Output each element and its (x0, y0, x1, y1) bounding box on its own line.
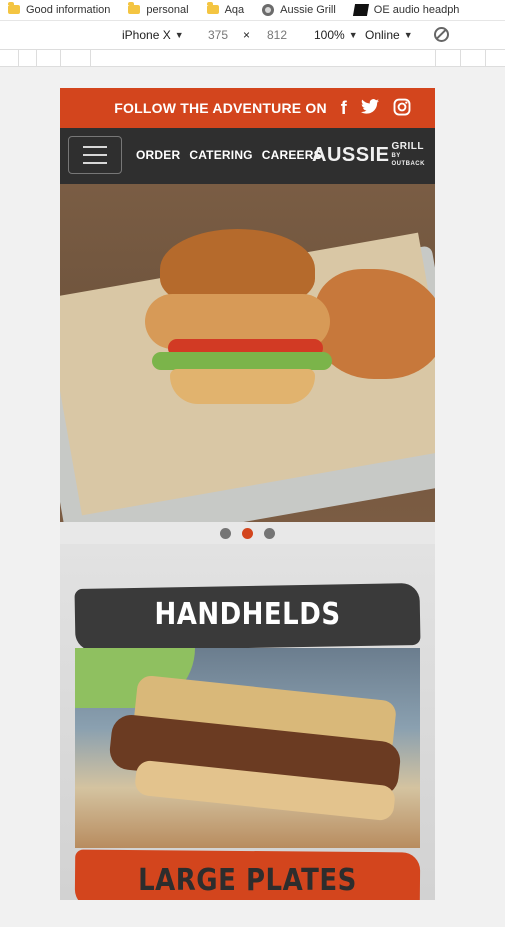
globe-icon (262, 4, 275, 16)
aussie-grill-logo[interactable]: AUSSIE GRILL BY OUTBACK (312, 142, 435, 168)
bookmark-label: Aussie Grill (280, 4, 336, 16)
main-navbar: ORDER CATERING CAREERS AUSSIE GRILL BY O… (60, 128, 435, 184)
social-links: f (341, 98, 411, 119)
folder-icon (8, 1, 20, 14)
bookmark-oe-audio[interactable]: OE audio headph (352, 4, 460, 16)
nav-catering[interactable]: CATERING (189, 148, 252, 162)
bookmark-aqa[interactable]: Aqa (206, 1, 245, 16)
facebook-icon[interactable]: f (341, 99, 347, 117)
nav-links: ORDER CATERING CAREERS (136, 148, 322, 162)
network-value: Online (365, 28, 400, 42)
section-title-handhelds[interactable]: HANDHELDS (60, 598, 435, 633)
bookmark-label: OE audio headph (373, 4, 460, 16)
menu-line (83, 146, 107, 148)
zoom-select[interactable]: 100% ▼ (314, 28, 358, 42)
bookmark-label: Good information (26, 4, 111, 16)
bookmark-personal[interactable]: personal (128, 1, 189, 16)
rotate-button[interactable] (434, 27, 449, 42)
carousel-dot-active[interactable] (242, 527, 253, 539)
folder-icon (206, 1, 219, 14)
hamburger-menu-button[interactable] (68, 136, 122, 174)
logo-grill: GRILL BY OUTBACK (391, 141, 425, 168)
follow-text: FOLLOW THE ADVENTURE ON (114, 100, 327, 116)
twitter-icon[interactable] (361, 99, 379, 117)
device-viewport: FOLLOW THE ADVENTURE ON f ORDER CATERING… (60, 88, 435, 900)
bookmark-good-information[interactable]: Good information (8, 1, 111, 16)
chevron-down-icon: ▼ (174, 30, 184, 40)
block-icon (434, 27, 449, 42)
network-select[interactable]: Online ▼ (365, 28, 413, 42)
follow-bar: FOLLOW THE ADVENTURE ON f (60, 88, 435, 128)
zoom-value: 100% (314, 28, 345, 42)
burger-bun-bottom (170, 369, 315, 404)
chips-shape (315, 269, 435, 379)
instagram-icon[interactable] (393, 98, 411, 119)
chevron-down-icon: ▼ (348, 30, 358, 40)
section-title-large-plates[interactable]: LARGE PLATES (60, 864, 435, 899)
bookmark-aussie-grill[interactable]: Aussie Grill (262, 4, 336, 16)
brand-icon (352, 4, 369, 16)
handhelds-image[interactable] (75, 648, 420, 848)
device-model: iPhone X (122, 28, 171, 42)
carousel-dot[interactable] (220, 527, 231, 539)
carousel-dots (60, 522, 435, 544)
bookmark-label: Aqa (224, 4, 245, 16)
menu-sections: HANDHELDS LARGE PLATES (60, 544, 435, 900)
menu-line (83, 162, 107, 164)
bookmarks-bar: Good information personal Aqa Aussie Gri… (0, 0, 505, 21)
bookmark-label: personal (146, 4, 189, 16)
width-input[interactable]: 375 (208, 28, 228, 42)
nav-order[interactable]: ORDER (136, 148, 180, 162)
chevron-down-icon: ▼ (403, 30, 413, 40)
device-select[interactable]: iPhone X ▼ (122, 28, 184, 42)
height-value: 812 (267, 28, 288, 42)
device-toolbar: iPhone X ▼ 375 × 812 100% ▼ Online ▼ (0, 21, 505, 50)
height-input[interactable]: 812 (267, 28, 287, 42)
device-ruler (0, 50, 505, 67)
hero-burger-image (60, 184, 435, 522)
carousel-dot[interactable] (264, 527, 275, 539)
times-symbol: × (243, 28, 251, 42)
menu-line (83, 154, 107, 156)
logo-main: AUSSIE (312, 143, 390, 166)
folder-icon (128, 1, 141, 14)
width-value: 375 (208, 28, 229, 42)
burger-lettuce (152, 352, 332, 370)
